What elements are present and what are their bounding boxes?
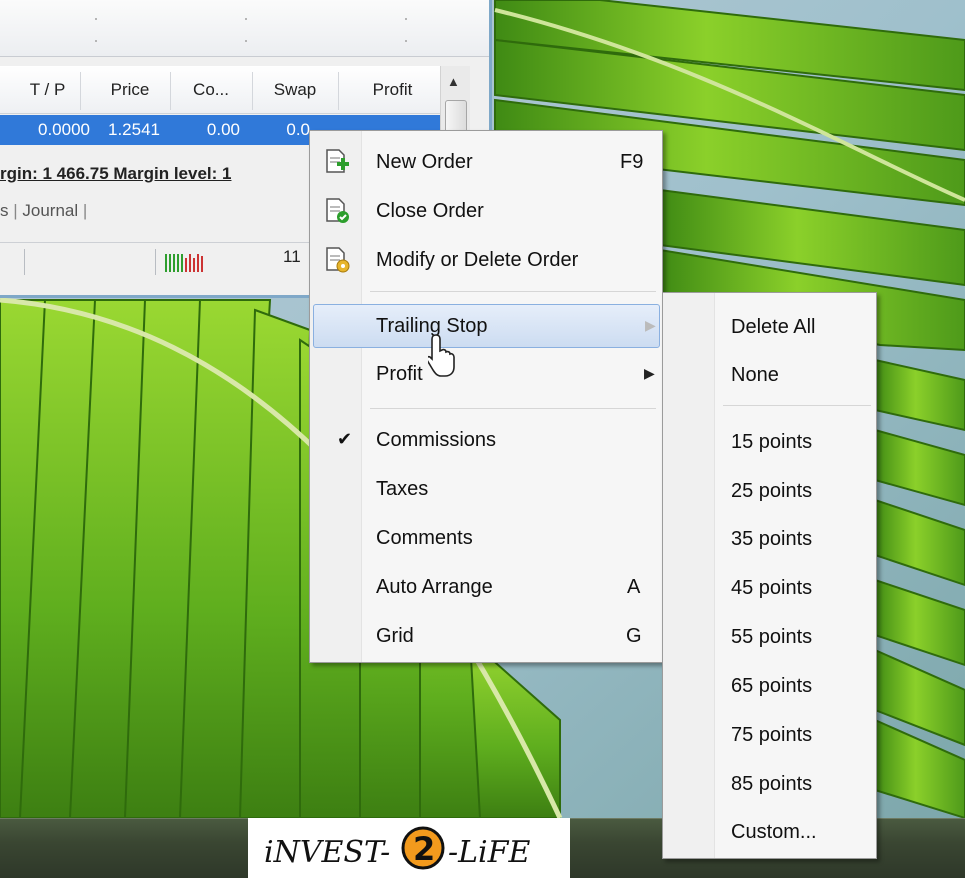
submenu-item-85-points[interactable]: 85 points [663,760,875,808]
trailing-stop-submenu: Delete All None 15 points 25 points 35 p… [662,292,877,859]
cell-tp: 0.0000 [38,120,90,139]
logo-text-left: iNVEST- [264,835,390,870]
column-swap[interactable]: Swap [255,66,335,114]
submenu-arrow-icon: ▶ [645,317,656,333]
menu-item-auto-arrange[interactable]: Auto Arrange A [313,566,659,610]
column-tp[interactable]: T / P [20,66,75,114]
submenu-item-55-points[interactable]: 55 points [663,613,875,661]
menu-item-trailing-stop[interactable]: Trailing Stop ▶ [313,304,660,348]
submenu-item-75-points[interactable]: 75 points [663,711,875,759]
menu-item-commissions[interactable]: ✔ Commissions [313,419,659,463]
menu-item-close-order[interactable]: Close Order [313,190,659,234]
submenu-item-none[interactable]: None [663,351,875,399]
menu-item-comments[interactable]: Comments [313,517,659,561]
menu-item-taxes[interactable]: Taxes [313,468,659,512]
submenu-item-35-points[interactable]: 35 points [663,515,875,563]
cell-price: 1.2541 [108,120,160,139]
tab-journal[interactable]: Journal [22,201,78,220]
cell-commission: 0.00 [206,120,240,139]
margin-summary: rgin: 1 466.75 Margin level: 1 [0,164,232,183]
submenu-arrow-icon: ▶ [644,365,655,381]
new-order-icon [326,149,349,173]
context-menu: New Order F9 Close Order Modify or Delet… [309,130,663,663]
column-price[interactable]: Price [90,66,170,114]
column-commission[interactable]: Co... [170,66,252,114]
mouse-cursor-icon [428,334,455,377]
menu-item-new-order[interactable]: New Order F9 [313,141,659,185]
logo-text-right: -LiFE [448,835,530,870]
logo-mark: iNVEST- 2 -LiFE [264,826,530,870]
submenu-item-delete-all[interactable]: Delete All [663,303,875,351]
cell-swap: 0.0 [286,120,310,139]
terminal-tabs: s | Journal | [0,201,88,220]
submenu-item-15-points[interactable]: 15 points [663,418,875,466]
invest2life-logo: iNVEST- 2 -LiFE [248,818,570,878]
window-toolbar [0,0,489,57]
scroll-up-arrow-icon[interactable]: ▲ [447,74,460,89]
submenu-item-25-points[interactable]: 25 points [663,467,875,515]
connection-bars-icon [165,254,203,272]
status-traffic: 11 [283,247,301,266]
close-order-icon [326,198,349,223]
tab-partial[interactable]: s [0,201,9,220]
submenu-item-65-points[interactable]: 65 points [663,662,875,710]
submenu-item-45-points[interactable]: 45 points [663,564,875,612]
logo-digit: 2 [413,830,435,868]
modify-order-icon [326,247,350,273]
menu-item-profit[interactable]: Profit ▶ [313,353,659,397]
menu-item-grid[interactable]: Grid G [313,615,659,659]
checkmark-icon: ✔ [337,429,353,449]
column-profit[interactable]: Profit [345,66,440,114]
submenu-item-custom[interactable]: Custom... [663,808,875,856]
menu-item-modify-order[interactable]: Modify or Delete Order [313,239,659,283]
